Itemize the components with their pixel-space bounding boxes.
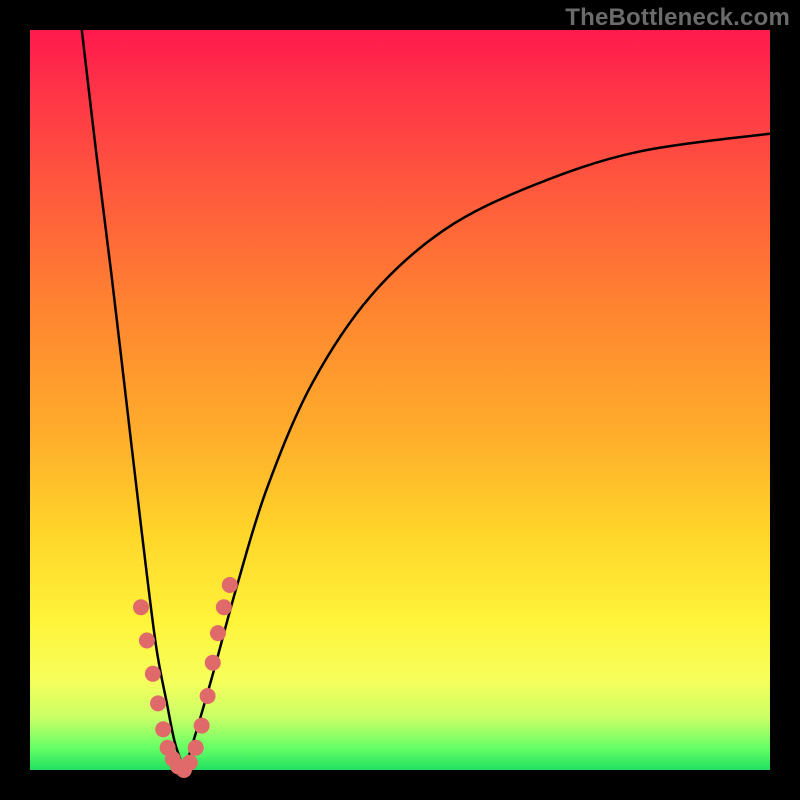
data-point	[155, 721, 171, 737]
data-point	[222, 577, 238, 593]
data-point	[194, 718, 210, 734]
data-point	[210, 625, 226, 641]
chart-svg	[30, 30, 770, 770]
curve-dots	[133, 577, 238, 778]
data-point	[150, 695, 166, 711]
data-point	[205, 655, 221, 671]
curve-left	[82, 30, 184, 770]
chart-plot-area	[30, 30, 770, 770]
data-point	[188, 740, 204, 756]
data-point	[139, 633, 155, 649]
data-point	[182, 755, 198, 771]
data-point	[216, 599, 232, 615]
data-point	[145, 666, 161, 682]
curve-right	[184, 134, 770, 770]
watermark-text: TheBottleneck.com	[565, 4, 790, 32]
data-point	[133, 599, 149, 615]
chart-frame: TheBottleneck.com	[0, 0, 800, 800]
data-point	[200, 688, 216, 704]
